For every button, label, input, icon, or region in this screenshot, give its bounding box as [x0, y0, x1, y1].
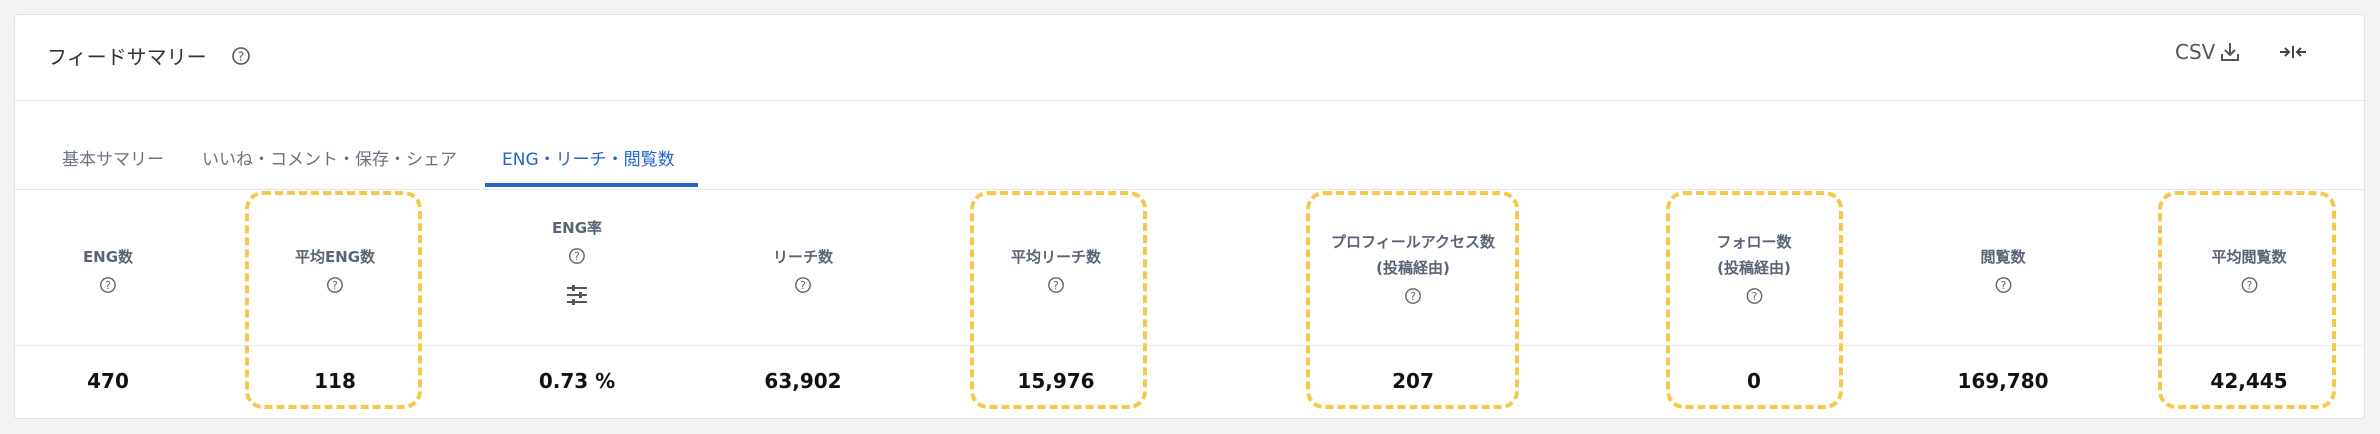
value-eng-rate: 0.73 % [538, 369, 616, 393]
help-circle-icon[interactable]: ? [773, 276, 833, 294]
svg-text:?: ? [2000, 279, 2006, 292]
column-header-eng: ENG数 ? [83, 190, 133, 350]
help-circle-icon[interactable]: ? [552, 247, 602, 265]
value-views: 169,780 [1957, 369, 2049, 393]
column-header-reach: リーチ数 ? [773, 190, 833, 350]
tab-basic-summary[interactable]: 基本サマリー [62, 145, 164, 170]
column-header-eng-rate: ENG率 ? [552, 190, 602, 350]
download-icon [2217, 39, 2243, 65]
value-reach: 63,902 [764, 369, 842, 393]
highlight-box [245, 191, 422, 409]
column-label: ENG率 [551, 219, 603, 237]
csv-download-button[interactable]: CSV [2175, 39, 2243, 65]
sliders-icon[interactable] [552, 283, 602, 307]
tab-likes-comments[interactable]: いいね・コメント・保存・シェア [202, 145, 457, 170]
help-circle-icon[interactable]: ? [231, 46, 251, 66]
csv-label: CSV [2175, 40, 2216, 64]
column-label: 閲覧数 [1980, 248, 2026, 266]
card-title: フィードサマリー [47, 45, 207, 69]
svg-text:?: ? [574, 250, 580, 263]
highlight-box [1306, 191, 1519, 409]
column-label: リーチ数 [772, 248, 834, 266]
svg-text:?: ? [800, 279, 806, 292]
column-label: ENG数 [82, 248, 134, 266]
collapse-icon[interactable] [2278, 41, 2308, 63]
feed-summary-card: フィードサマリー ? CSV 基本サマリー いいね・コメント・保存・シェア EN… [14, 14, 2365, 419]
svg-text:?: ? [105, 279, 111, 292]
column-header-views: 閲覧数 ? [1980, 190, 2026, 350]
value-eng: 470 [87, 369, 129, 393]
help-circle-icon[interactable]: ? [83, 276, 133, 294]
card-header: フィードサマリー ? CSV [15, 15, 2364, 101]
tab-bar: 基本サマリー いいね・コメント・保存・シェア ENG・リーチ・閲覧数 [15, 101, 2364, 190]
svg-text:?: ? [238, 50, 244, 64]
active-tab-indicator [485, 183, 698, 187]
help-circle-icon[interactable]: ? [1980, 276, 2025, 294]
highlight-box [1666, 191, 1843, 409]
highlight-box [970, 191, 1147, 409]
tab-eng-reach-views[interactable]: ENG・リーチ・閲覧数 [502, 145, 675, 170]
highlight-box [2158, 191, 2336, 409]
